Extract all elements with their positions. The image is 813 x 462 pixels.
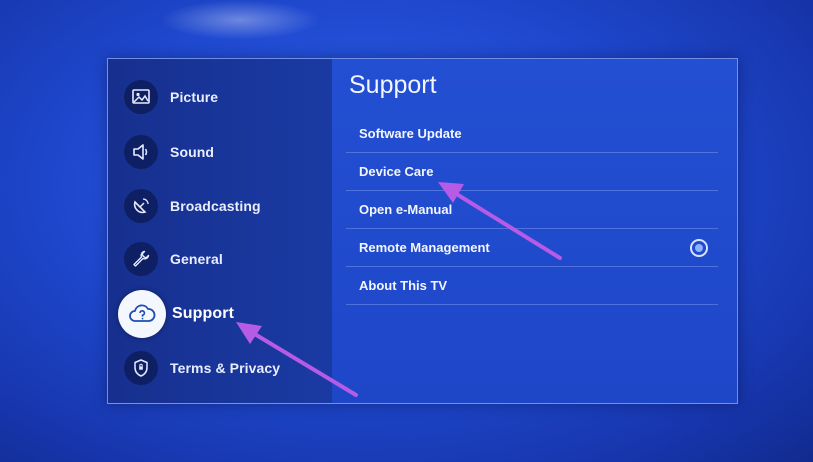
speaker-icon bbox=[124, 135, 158, 169]
support-content: Support Software Update Device Care Open… bbox=[332, 59, 737, 403]
settings-panel: Picture Sound Broadcasting General Suppo bbox=[107, 58, 738, 404]
sidebar-item-label: Support bbox=[172, 305, 235, 322]
menu-item-remote-management[interactable]: Remote Management bbox=[346, 229, 718, 267]
menu-item-open-e-manual[interactable]: Open e-Manual bbox=[346, 191, 718, 229]
screen-glare bbox=[160, 0, 320, 40]
sidebar-item-broadcasting[interactable]: Broadcasting bbox=[108, 181, 332, 231]
sidebar-item-label: Sound bbox=[170, 144, 215, 160]
menu-item-software-update[interactable]: Software Update bbox=[346, 115, 718, 153]
menu-item-device-care[interactable]: Device Care bbox=[346, 153, 718, 191]
shield-icon bbox=[124, 351, 158, 385]
menu-item-label: Remote Management bbox=[359, 240, 490, 255]
satellite-dish-icon bbox=[124, 189, 158, 223]
menu-item-label: Software Update bbox=[359, 126, 462, 141]
sidebar-item-label: Broadcasting bbox=[170, 198, 261, 214]
remote-management-radio[interactable] bbox=[690, 238, 708, 257]
sidebar-item-sound[interactable]: Sound bbox=[108, 127, 332, 177]
sidebar-item-label: General bbox=[170, 251, 223, 267]
sidebar-item-terms-privacy[interactable]: Terms & Privacy bbox=[108, 343, 332, 393]
settings-sidebar: Picture Sound Broadcasting General Suppo bbox=[108, 59, 332, 403]
menu-item-label: Device Care bbox=[359, 164, 434, 179]
sidebar-item-label: Picture bbox=[170, 89, 219, 105]
sidebar-item-general[interactable]: General bbox=[108, 234, 332, 284]
sidebar-item-picture[interactable]: Picture bbox=[108, 72, 332, 122]
menu-item-about-this-tv[interactable]: About This TV bbox=[346, 267, 718, 305]
wrench-icon bbox=[124, 242, 158, 276]
picture-icon bbox=[124, 80, 158, 114]
page-title: Support bbox=[349, 71, 437, 99]
sidebar-item-label: Terms & Privacy bbox=[170, 360, 281, 376]
radio-dot bbox=[695, 243, 703, 252]
menu-item-label: Open e-Manual bbox=[359, 202, 453, 217]
menu-item-label: About This TV bbox=[359, 278, 448, 293]
cloud-question-icon bbox=[118, 290, 166, 338]
sidebar-item-support[interactable]: Support bbox=[108, 289, 332, 339]
